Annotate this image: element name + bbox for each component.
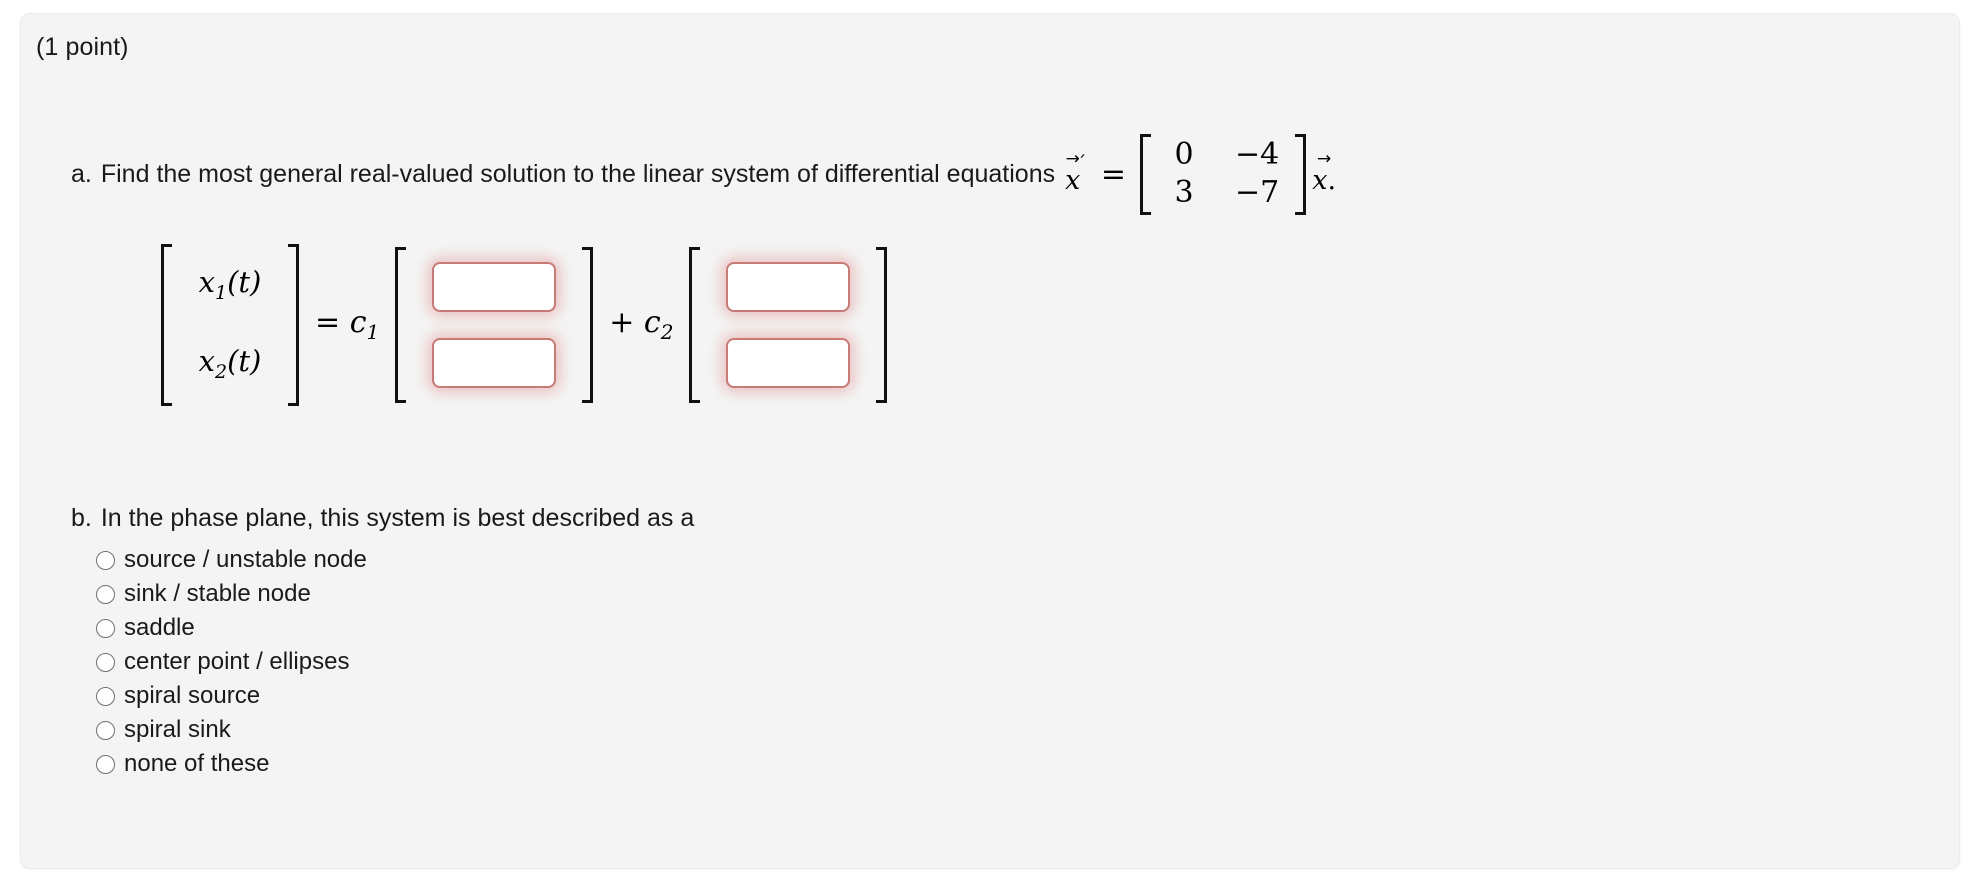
rhs-vector-letter: x.	[1312, 165, 1337, 197]
answer-cell-1	[416, 249, 572, 325]
coefficient-matrix: 0 −4 3 −7	[1140, 134, 1307, 215]
part-a-label: a.	[71, 159, 92, 188]
problem-card: (1 point) a. Find the most general real-…	[20, 13, 1960, 869]
answer-vector-2-body	[702, 247, 874, 403]
option-label: sink / stable node	[124, 580, 311, 607]
radio-icon[interactable]	[96, 652, 115, 672]
answer-input-3[interactable]	[726, 261, 851, 312]
lhs-vector-letter: x	[1065, 165, 1081, 197]
matrix-cell-r2c2: −7	[1235, 175, 1280, 211]
solution-lhs-x1: x1(t)	[198, 265, 262, 304]
answer-input-1[interactable]	[432, 261, 557, 312]
lhs-vector-x: → x	[1065, 151, 1081, 197]
matrix-cell-r2c1: 3	[1174, 175, 1194, 211]
option-label: spiral source	[124, 682, 261, 709]
vector-body: x1(t) x2(t)	[174, 244, 286, 406]
answer-cell-2	[416, 325, 572, 401]
option-label: source / unstable node	[124, 546, 367, 573]
vector-right-bracket	[286, 244, 299, 406]
phase-plane-options-group: source / unstable node sink / stable nod…	[96, 543, 694, 781]
option-label: saddle	[124, 614, 195, 641]
matrix-cell-r1c2: −4	[1235, 137, 1280, 172]
option-label: none of these	[124, 750, 270, 777]
matrix-left-bracket	[1140, 134, 1153, 215]
option-label: spiral sink	[124, 716, 231, 743]
rhs-vector-x: → x.	[1312, 151, 1337, 197]
part-b-label: b.	[71, 504, 92, 532]
solution-equation-row: x1(t) x2(t) = c1 + c2	[161, 244, 888, 406]
answer-vector-2-right-bracket	[874, 246, 888, 403]
answer-cell-4	[710, 325, 866, 401]
radio-icon[interactable]	[96, 754, 115, 774]
solution-lhs-vector: x1(t) x2(t)	[161, 244, 299, 406]
radio-icon[interactable]	[96, 550, 115, 570]
option-center-point-ellipses[interactable]: center point / ellipses	[96, 645, 694, 679]
option-spiral-sink[interactable]: spiral sink	[96, 713, 694, 747]
answer-vector-1	[395, 246, 594, 403]
radio-icon[interactable]	[96, 686, 115, 706]
vector-left-bracket	[161, 244, 174, 406]
option-saddle[interactable]: saddle	[96, 611, 694, 645]
option-source-unstable-node[interactable]: source / unstable node	[96, 543, 694, 577]
answer-vector-1-body	[408, 247, 580, 403]
option-label: center point / ellipses	[124, 648, 350, 675]
part-a-prompt-row: a. Find the most general real-valued sol…	[71, 134, 1338, 215]
points-label: (1 point)	[36, 33, 129, 61]
answer-input-2[interactable]	[432, 337, 557, 388]
part-b-prompt-row: b. In the phase plane, this system is be…	[71, 504, 694, 533]
answer-cell-3	[710, 249, 866, 325]
matrix-right-bracket	[1293, 134, 1307, 215]
equals-c1-label: = c1	[315, 305, 380, 345]
answer-vector-1-right-bracket	[580, 246, 594, 403]
radio-icon[interactable]	[96, 584, 115, 604]
answer-vector-2	[689, 246, 888, 403]
equation-equals-sign: =	[1100, 156, 1127, 192]
matrix-cell-r1c1: 0	[1174, 137, 1194, 172]
radio-icon[interactable]	[96, 720, 115, 740]
option-sink-stable-node[interactable]: sink / stable node	[96, 577, 694, 611]
part-b-prompt-text: In the phase plane, this system is best …	[100, 504, 695, 532]
answer-vector-1-left-bracket	[395, 246, 408, 403]
option-spiral-source[interactable]: spiral source	[96, 679, 694, 713]
plus-c2-label: + c2	[609, 305, 674, 345]
option-none-of-these[interactable]: none of these	[96, 747, 694, 781]
answer-vector-2-left-bracket	[689, 246, 702, 403]
matrix-body: 0 −4 3 −7	[1153, 134, 1293, 215]
part-a-prompt-text: Find the most general real-valued soluti…	[100, 159, 1056, 188]
answer-input-4[interactable]	[726, 337, 851, 388]
part-b-section: b. In the phase plane, this system is be…	[71, 504, 694, 781]
prime-mark: ′	[1080, 150, 1085, 175]
solution-lhs-x2: x2(t)	[198, 343, 262, 383]
radio-icon[interactable]	[96, 618, 115, 638]
